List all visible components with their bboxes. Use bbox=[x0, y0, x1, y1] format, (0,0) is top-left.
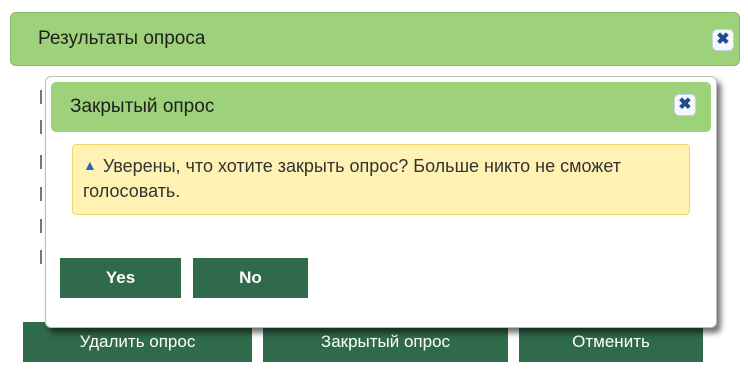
obscured-text-line bbox=[40, 120, 42, 134]
confirm-close-poll-modal: Закрытый опрос ✖ ▲ Уверены, что хотите за… bbox=[45, 76, 717, 328]
close-icon[interactable]: ✖ bbox=[674, 94, 696, 116]
confirm-modal-title: Закрытый опрос bbox=[70, 96, 215, 117]
obscured-text-line bbox=[40, 187, 42, 201]
delete-poll-button[interactable]: Удалить опрос bbox=[23, 322, 252, 362]
poll-results-header: Результаты опроса ✖ bbox=[10, 12, 740, 66]
obscured-text-line bbox=[40, 90, 42, 104]
obscured-text-line bbox=[40, 155, 42, 169]
cancel-button[interactable]: Отменить bbox=[519, 322, 703, 362]
no-button[interactable]: No bbox=[193, 258, 308, 298]
warning-alert: ▲ Уверены, что хотите закрыть опрос? Боль… bbox=[72, 144, 690, 215]
obscured-text-line bbox=[40, 250, 42, 264]
close-poll-button[interactable]: Закрытый опрос bbox=[263, 322, 508, 362]
close-icon[interactable]: ✖ bbox=[712, 29, 734, 51]
yes-button[interactable]: Yes bbox=[60, 258, 181, 298]
confirm-modal-header: Закрытый опрос bbox=[51, 82, 711, 132]
warning-message: Уверены, что хотите закрыть опрос? Больш… bbox=[83, 156, 621, 201]
warning-triangle-icon: ▲ bbox=[83, 157, 97, 173]
poll-results-title: Результаты опроса bbox=[38, 28, 206, 49]
obscured-text-line bbox=[40, 219, 42, 233]
